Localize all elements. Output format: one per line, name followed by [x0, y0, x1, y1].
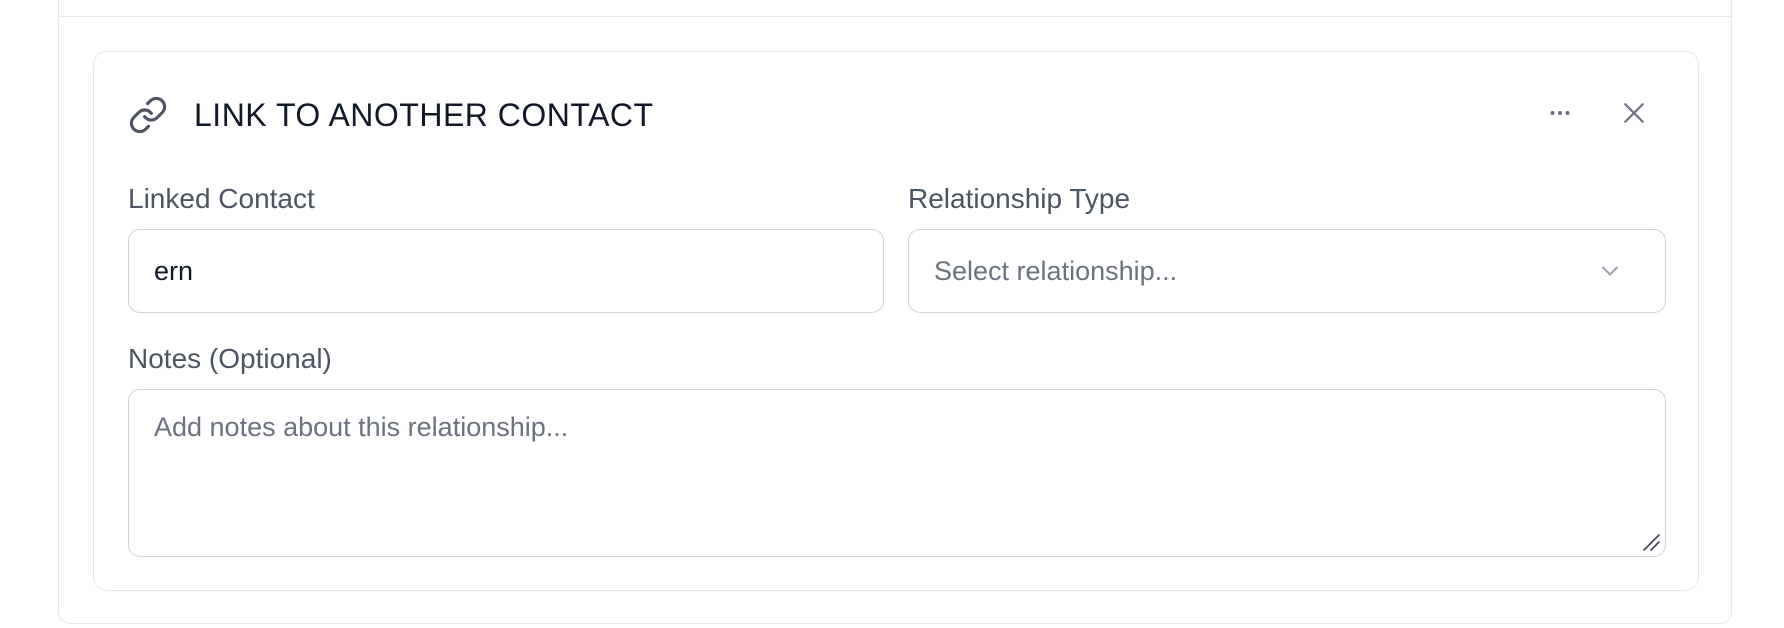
notes-textarea[interactable] — [128, 389, 1666, 557]
more-options-button[interactable] — [1544, 99, 1576, 131]
relationship-type-label: Relationship Type — [908, 183, 1131, 214]
card-title: LINK TO ANOTHER CONTACT — [194, 96, 654, 133]
relationship-type-select[interactable]: Select relationship... — [908, 229, 1666, 313]
link-icon — [128, 95, 168, 135]
link-contact-card: LINK TO ANOTHER CONTACT Linked Contact e… — [93, 51, 1699, 591]
close-icon — [1619, 98, 1649, 133]
more-horizontal-icon — [1545, 98, 1575, 133]
notes-label: Notes (Optional) — [128, 343, 332, 374]
linked-contact-label: Linked Contact — [128, 183, 315, 214]
linked-contact-input[interactable] — [128, 229, 884, 313]
chevron-down-icon — [1596, 257, 1624, 285]
close-button[interactable] — [1618, 99, 1650, 131]
outer-divider — [59, 16, 1731, 17]
relationship-type-placeholder: Select relationship... — [934, 255, 1178, 286]
resize-handle-icon[interactable] — [1640, 531, 1662, 553]
card-header: LINK TO ANOTHER CONTACT — [128, 92, 1664, 138]
header-actions — [1544, 92, 1650, 138]
